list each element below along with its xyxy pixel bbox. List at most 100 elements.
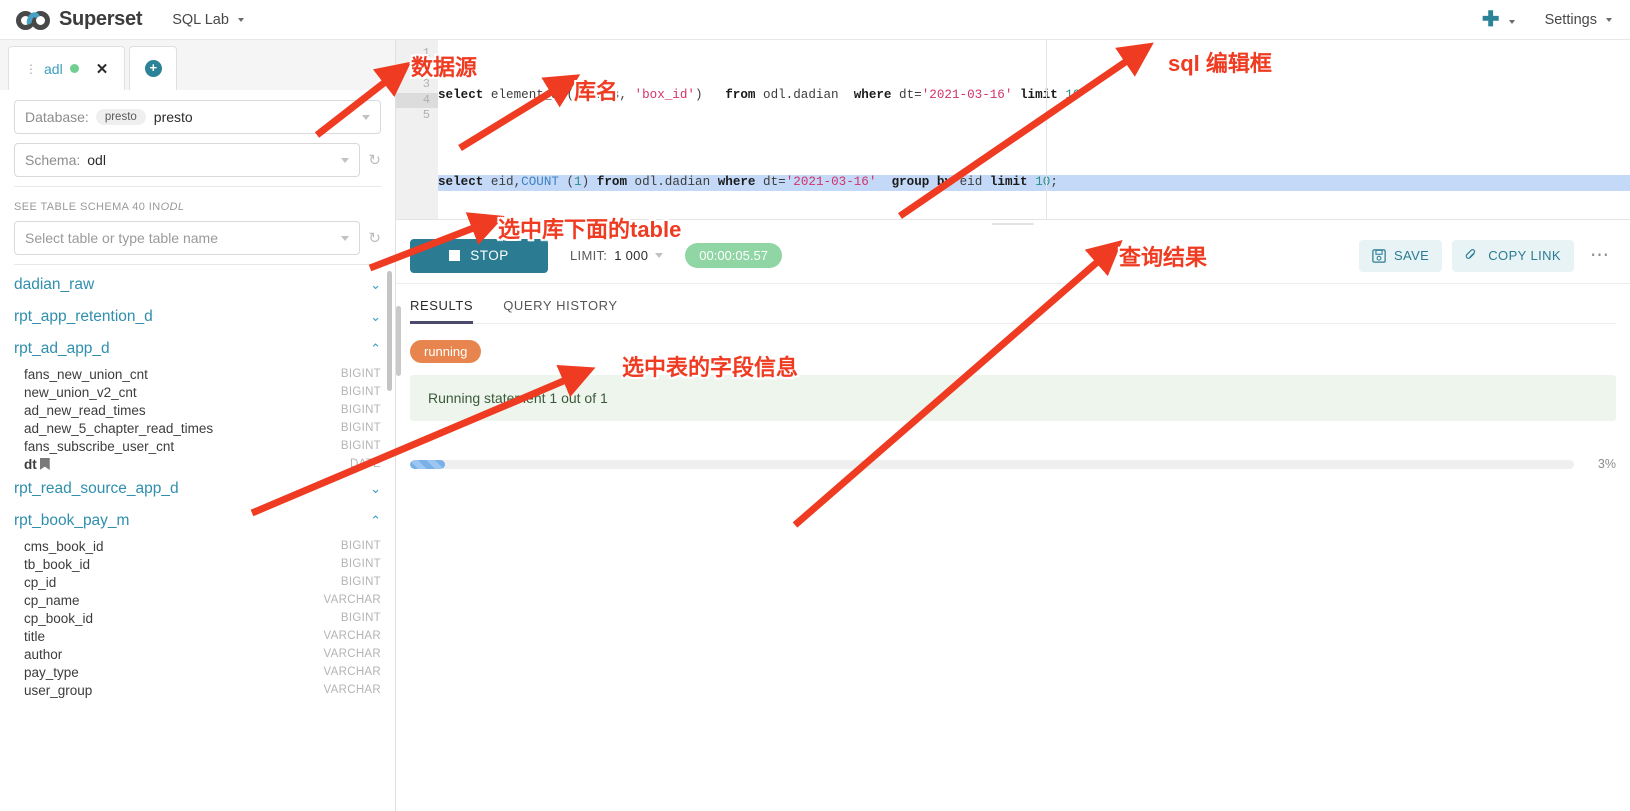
- more-dots-icon[interactable]: ⋯: [1584, 244, 1616, 267]
- column-name: cp_id: [24, 574, 57, 590]
- superset-brand[interactable]: Superset: [16, 8, 142, 31]
- column-name: fans_new_union_cnt: [24, 366, 148, 382]
- schema-select[interactable]: Schema: odl: [14, 143, 361, 177]
- refresh-schema-icon[interactable]: ↻: [368, 151, 381, 169]
- table-list-scrollbar[interactable]: [387, 271, 392, 391]
- line-number-2: 2: [422, 61, 430, 76]
- brand-name: Superset: [59, 8, 143, 30]
- connection-selectors: Database: presto presto Schema: odl ↻: [0, 90, 395, 187]
- sql-editor-content[interactable]: select element_at(params, 'box_id') from…: [438, 40, 1630, 219]
- print-margin-line: [1046, 40, 1047, 219]
- table-schema-list[interactable]: dadian_raw ⌄ rpt_app_retention_d ⌄ rpt_ad_ap…: [0, 265, 395, 811]
- table-name-label: rpt_read_source_app_d: [14, 480, 179, 497]
- chevron-down-icon[interactable]: ⌄: [370, 309, 381, 325]
- database-backend-badge: presto: [95, 109, 146, 125]
- table-name-label: dadian_raw: [14, 276, 95, 293]
- column-type: BIGINT: [340, 404, 381, 416]
- save-button[interactable]: SAVE: [1358, 239, 1443, 272]
- table-header-rpt_app_retention_d[interactable]: rpt_app_retention_d ⌄: [0, 301, 395, 333]
- progress-percent-label: 3%: [1597, 457, 1616, 471]
- database-select-row: Database: presto presto: [14, 100, 381, 134]
- tab-results[interactable]: RESULTS: [410, 298, 474, 324]
- add-tab-button[interactable]: +: [129, 46, 178, 90]
- sql-line-4: [438, 218, 1630, 219]
- navbar-right-group: ✚ Settings: [1480, 5, 1614, 34]
- toolbar-right-group: SAVE COPY LINK ⋯: [1358, 239, 1616, 272]
- column-type: VARCHAR: [323, 666, 381, 678]
- column-type: BIGINT: [340, 440, 381, 452]
- nav-sql-lab-label: SQL Lab: [172, 11, 229, 28]
- table-name-label: rpt_ad_app_d: [14, 340, 110, 357]
- nav-sql-lab[interactable]: SQL Lab: [170, 8, 246, 32]
- chevron-down-icon: [341, 157, 350, 163]
- editor-tab-adl[interactable]: ⋮ adl ✕: [8, 46, 126, 90]
- database-select[interactable]: Database: presto presto: [14, 100, 381, 134]
- column-name: cp_book_id: [24, 610, 94, 626]
- results-scrollbar[interactable]: [396, 306, 401, 376]
- column-row: new_union_v2_cnt BIGINT: [0, 383, 395, 401]
- column-name: author: [24, 646, 63, 662]
- chevron-up-icon[interactable]: ⌃: [370, 513, 381, 529]
- column-row: tb_book_id BIGINT: [0, 555, 395, 573]
- editor-tab-label: adl: [44, 60, 63, 77]
- workspace: ⋮ adl ✕ + Database: presto presto Schema…: [0, 40, 1630, 811]
- limit-dropdown[interactable]: LIMIT: 1 000: [570, 248, 664, 263]
- nav-settings[interactable]: Settings: [1543, 8, 1614, 32]
- chevron-down-icon: [362, 114, 370, 120]
- table-header-rpt_ad_app_d[interactable]: rpt_ad_app_d ⌃: [0, 333, 395, 365]
- drag-dots-icon[interactable]: ⋮: [25, 63, 37, 75]
- column-row: user_group VARCHAR: [0, 681, 395, 699]
- schema-select-label: Schema:: [25, 152, 81, 168]
- schema-select-row: Schema: odl ↻: [14, 143, 381, 177]
- table-select[interactable]: Select table or type table name: [14, 221, 361, 255]
- column-name: tb_book_id: [24, 556, 91, 572]
- column-row: ad_new_read_times BIGINT: [0, 401, 395, 419]
- table-header-rpt_read_source_app_d[interactable]: rpt_read_source_app_d ⌄: [0, 473, 395, 505]
- sql-line-3: select eid,COUNT (1) from odl.dadian whe…: [438, 175, 1630, 191]
- refresh-tables-icon[interactable]: ↻: [368, 229, 381, 247]
- column-row: cms_book_id BIGINT: [0, 537, 395, 555]
- link-icon: [1466, 248, 1476, 259]
- editor-tab-strip: ⋮ adl ✕ +: [0, 40, 395, 90]
- stop-button[interactable]: STOP: [410, 238, 548, 273]
- column-row: author VARCHAR: [0, 645, 395, 663]
- column-name: cp_name: [24, 592, 80, 608]
- chevron-down-icon[interactable]: ⌄: [370, 277, 381, 293]
- chevron-down-icon: [237, 17, 244, 22]
- column-row: title VARCHAR: [0, 627, 395, 645]
- schema-note: SEE TABLE SCHEMA 40 INODL: [0, 187, 395, 221]
- column-type: VARCHAR: [323, 630, 381, 642]
- column-name: pay_type: [24, 664, 79, 680]
- column-row: dt DATE: [0, 455, 395, 473]
- table-header-dadian_raw[interactable]: dadian_raw ⌄: [0, 269, 395, 301]
- close-icon[interactable]: ✕: [96, 60, 109, 78]
- column-type: BIGINT: [340, 540, 381, 552]
- add-tab-icon: +: [144, 60, 162, 77]
- column-name: cms_book_id: [24, 538, 104, 554]
- editor-resize-handle[interactable]: [396, 220, 1630, 228]
- table-select-row: Select table or type table name ↻: [0, 221, 395, 265]
- top-navbar: Superset SQL Lab ✚ Settings: [0, 0, 1630, 40]
- chevron-down-icon[interactable]: ⌄: [370, 481, 381, 497]
- partition-flag-icon: [39, 458, 50, 470]
- column-type: VARCHAR: [323, 594, 381, 606]
- chevron-up-icon[interactable]: ⌃: [370, 341, 381, 357]
- tab-query-history[interactable]: QUERY HISTORY: [503, 298, 618, 323]
- table-header-rpt_book_pay_m[interactable]: rpt_book_pay_m ⌃: [0, 505, 395, 537]
- left-panel: ⋮ adl ✕ + Database: presto presto Schema…: [0, 40, 396, 811]
- copy-link-button[interactable]: COPY LINK: [1452, 239, 1574, 272]
- column-type: VARCHAR: [323, 648, 381, 660]
- sql-line-2: [438, 132, 1630, 148]
- query-toolbar: STOP LIMIT: 1 000 00:00:05.57 SAVE COPY …: [396, 228, 1630, 284]
- column-row: pay_type VARCHAR: [0, 663, 395, 681]
- line-number-5: 5: [422, 108, 430, 122]
- stop-button-label: STOP: [470, 248, 509, 263]
- limit-value: 1 000: [614, 248, 649, 263]
- column-type: DATE: [349, 458, 381, 470]
- column-type: BIGINT: [340, 612, 381, 624]
- text-cursor: [438, 218, 439, 219]
- sql-editor[interactable]: 12345 select element_at(params, 'box_id'…: [396, 40, 1630, 220]
- stop-square-icon: [449, 250, 461, 261]
- new-item-button[interactable]: ✚: [1480, 5, 1517, 34]
- editor-line-numbers: 12345: [396, 40, 438, 219]
